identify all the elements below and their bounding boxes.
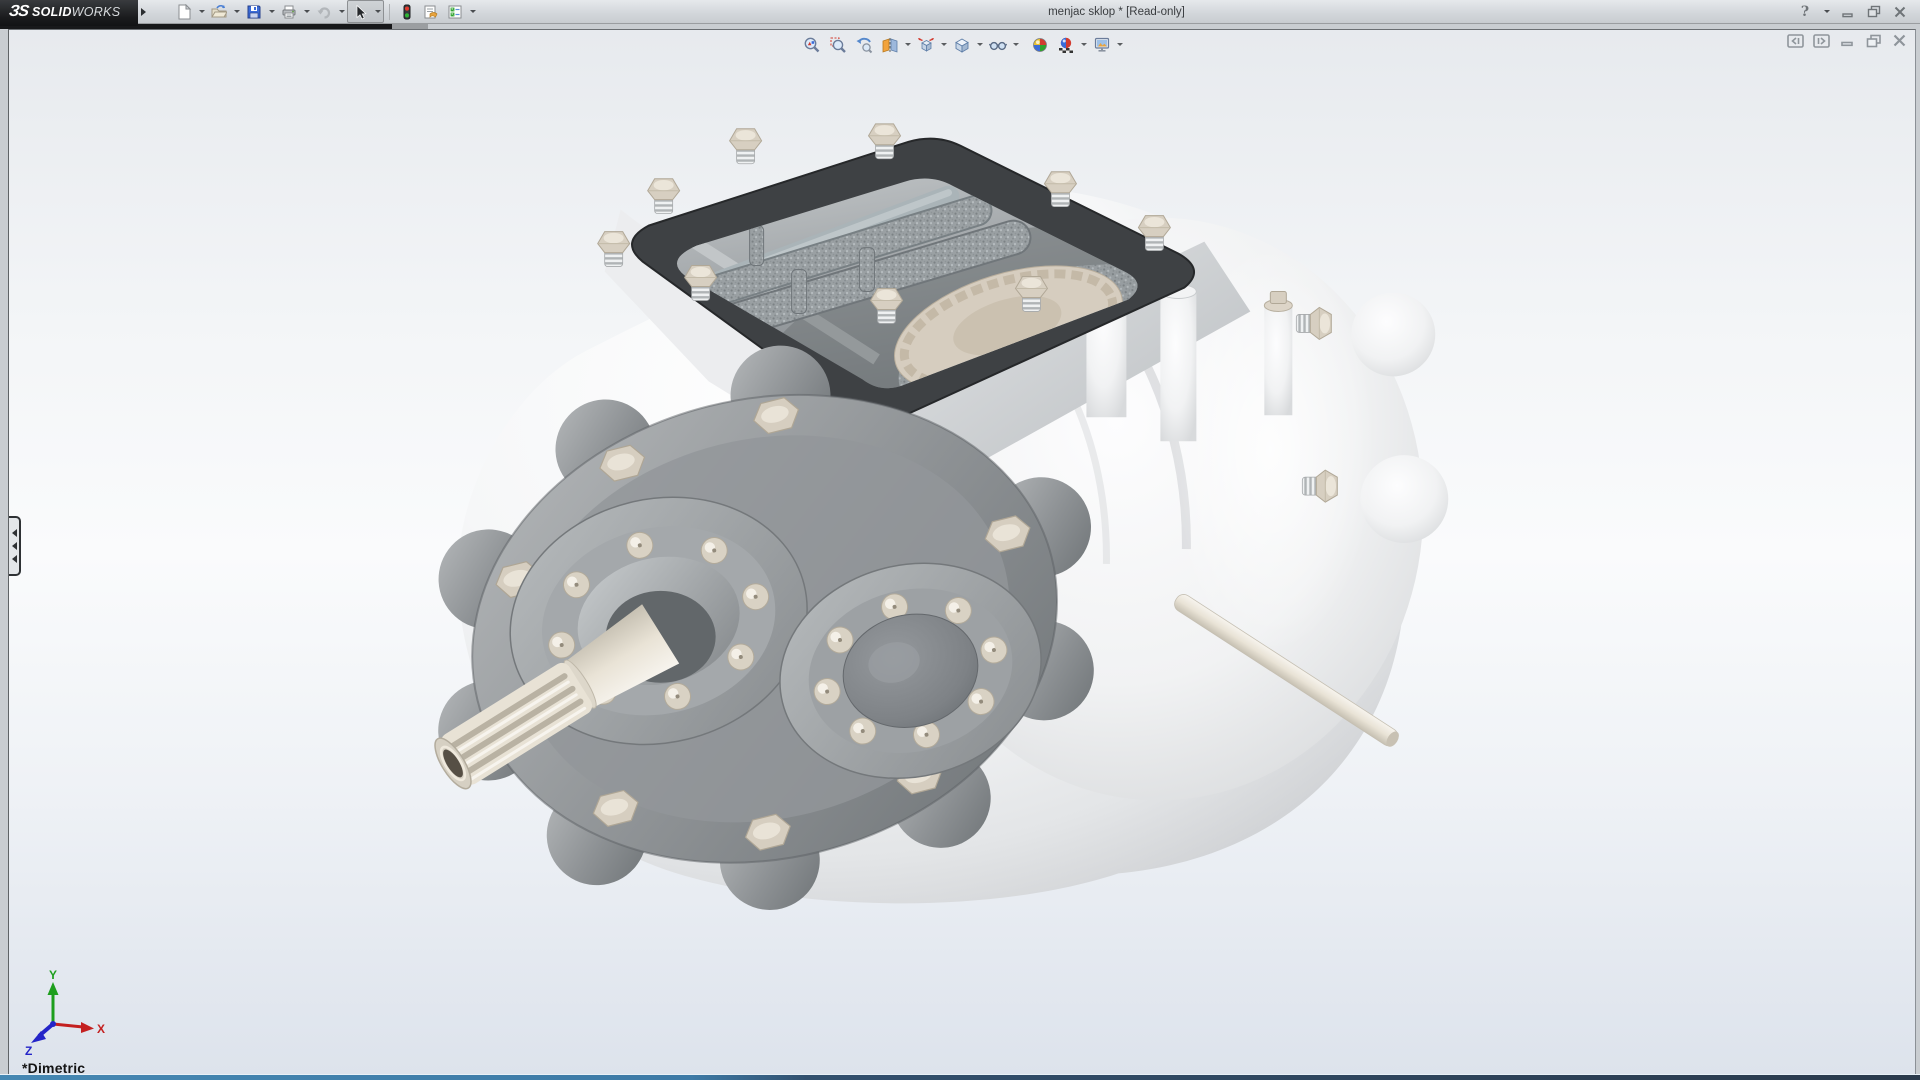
window-controls: ? (1795, 1, 1920, 22)
featuremanager-splitter-tab[interactable] (9, 516, 21, 576)
open-button[interactable] (207, 1, 231, 22)
section-view-icon (881, 36, 899, 54)
file-properties-icon (423, 4, 439, 20)
new-document-dropdown[interactable] (196, 1, 207, 22)
zoom-to-fit-button[interactable] (799, 33, 825, 56)
collapse-left-pane-button[interactable] (1786, 32, 1805, 49)
view-orientation-label: *Dimetric (22, 1060, 85, 1074)
y-axis-arrow (48, 982, 59, 995)
reference-triad: Y X Z (19, 968, 109, 1056)
help-button[interactable]: ? (1795, 3, 1815, 21)
edit-appearance-button[interactable] (1027, 33, 1053, 56)
close-button[interactable] (1890, 3, 1910, 21)
hide-show-items-icon (989, 36, 1007, 54)
file-properties-button[interactable] (419, 1, 443, 22)
undo-icon (316, 4, 332, 20)
view-settings-button[interactable] (1089, 33, 1115, 56)
options-button[interactable] (443, 1, 467, 22)
hide-show-items-button[interactable] (985, 33, 1011, 56)
solidworks-logo: ЗS SOLIDWORKS (0, 0, 138, 26)
collapse-left-pane-icon (1787, 34, 1804, 48)
select-button[interactable] (348, 1, 372, 22)
brand-solid: SOLID (32, 5, 72, 19)
minimize-document-button[interactable] (1838, 32, 1857, 49)
apply-scene-dropdown[interactable] (1079, 33, 1089, 56)
collapse-arrow-icon (12, 542, 17, 550)
view-settings-icon (1093, 36, 1111, 54)
collapse-arrow-icon (12, 555, 17, 563)
close-document-button[interactable] (1890, 32, 1909, 49)
options-icon (447, 4, 463, 20)
zoom-to-area-icon (829, 36, 847, 54)
document-title: menjac sklop * [Read-only] (478, 6, 1795, 18)
minimize-document-icon (1840, 34, 1855, 47)
rebuild-traffic-light-icon (399, 4, 415, 20)
print-icon (281, 4, 297, 20)
solidworks-logo-icon: ЗS (8, 3, 29, 21)
zoom-to-area-button[interactable] (825, 33, 851, 56)
previous-view-button[interactable] (851, 33, 877, 56)
view-orientation-dropdown[interactable] (939, 33, 949, 56)
collapse-right-pane-button[interactable] (1812, 32, 1831, 49)
open-dropdown[interactable] (231, 1, 242, 22)
window-bottom-edge (0, 1074, 1920, 1080)
close-icon (1893, 6, 1907, 18)
section-view-button[interactable] (877, 33, 903, 56)
restore-document-button[interactable] (1864, 32, 1883, 49)
view-orientation-icon (917, 36, 935, 54)
previous-view-icon (855, 36, 873, 54)
apply-scene-icon (1057, 36, 1075, 54)
view-orientation-button[interactable] (913, 33, 939, 56)
zoom-to-fit-icon (803, 36, 821, 54)
select-dropdown[interactable] (372, 1, 383, 22)
section-view-dropdown[interactable] (903, 33, 913, 56)
toolbar-separator (389, 4, 390, 20)
graphics-area[interactable]: Y X Z *Dimetric (8, 29, 1916, 1074)
display-style-icon (953, 36, 971, 54)
hide-show-items-dropdown[interactable] (1011, 33, 1021, 56)
y-axis-label: Y (49, 968, 57, 982)
minimize-icon (1841, 6, 1855, 18)
print-button[interactable] (277, 1, 301, 22)
apply-scene-button[interactable] (1053, 33, 1079, 56)
close-document-icon (1892, 34, 1907, 47)
brand-works: WORKS (72, 5, 121, 19)
z-axis-label: Z (25, 1044, 32, 1056)
headsup-view-toolbar (799, 33, 1125, 56)
collapse-right-pane-icon (1813, 34, 1830, 48)
open-icon (211, 4, 227, 20)
new-document-icon (176, 4, 192, 20)
edit-appearance-icon (1031, 36, 1049, 54)
display-style-dropdown[interactable] (975, 33, 985, 56)
x-axis-arrow (81, 1022, 94, 1033)
x-axis-label: X (97, 1022, 105, 1036)
menu-strip-tail (392, 24, 428, 29)
restore-icon (1867, 5, 1882, 18)
save-dropdown[interactable] (266, 1, 277, 22)
display-style-button[interactable] (949, 33, 975, 56)
undo-button[interactable] (312, 1, 336, 22)
save-icon (246, 4, 262, 20)
minimize-button[interactable] (1838, 3, 1858, 21)
options-dropdown[interactable] (467, 1, 478, 22)
print-dropdown[interactable] (301, 1, 312, 22)
restore-document-icon (1866, 34, 1882, 48)
collapse-arrow-icon (12, 529, 17, 537)
save-button[interactable] (242, 1, 266, 22)
undo-dropdown[interactable] (336, 1, 347, 22)
main-toolbar (150, 0, 478, 23)
new-document-button[interactable] (172, 1, 196, 22)
document-window-controls (1786, 32, 1909, 49)
select-cursor-icon (352, 4, 368, 20)
help-dropdown[interactable] (1821, 1, 1832, 22)
view-settings-dropdown[interactable] (1115, 33, 1125, 56)
restore-button[interactable] (1864, 3, 1884, 21)
model-3d-view[interactable] (9, 30, 1915, 1074)
rebuild-button[interactable] (395, 1, 419, 22)
menu-expand-arrow-icon[interactable] (141, 8, 146, 16)
titlebar: ЗS SOLIDWORKS (0, 0, 1920, 24)
